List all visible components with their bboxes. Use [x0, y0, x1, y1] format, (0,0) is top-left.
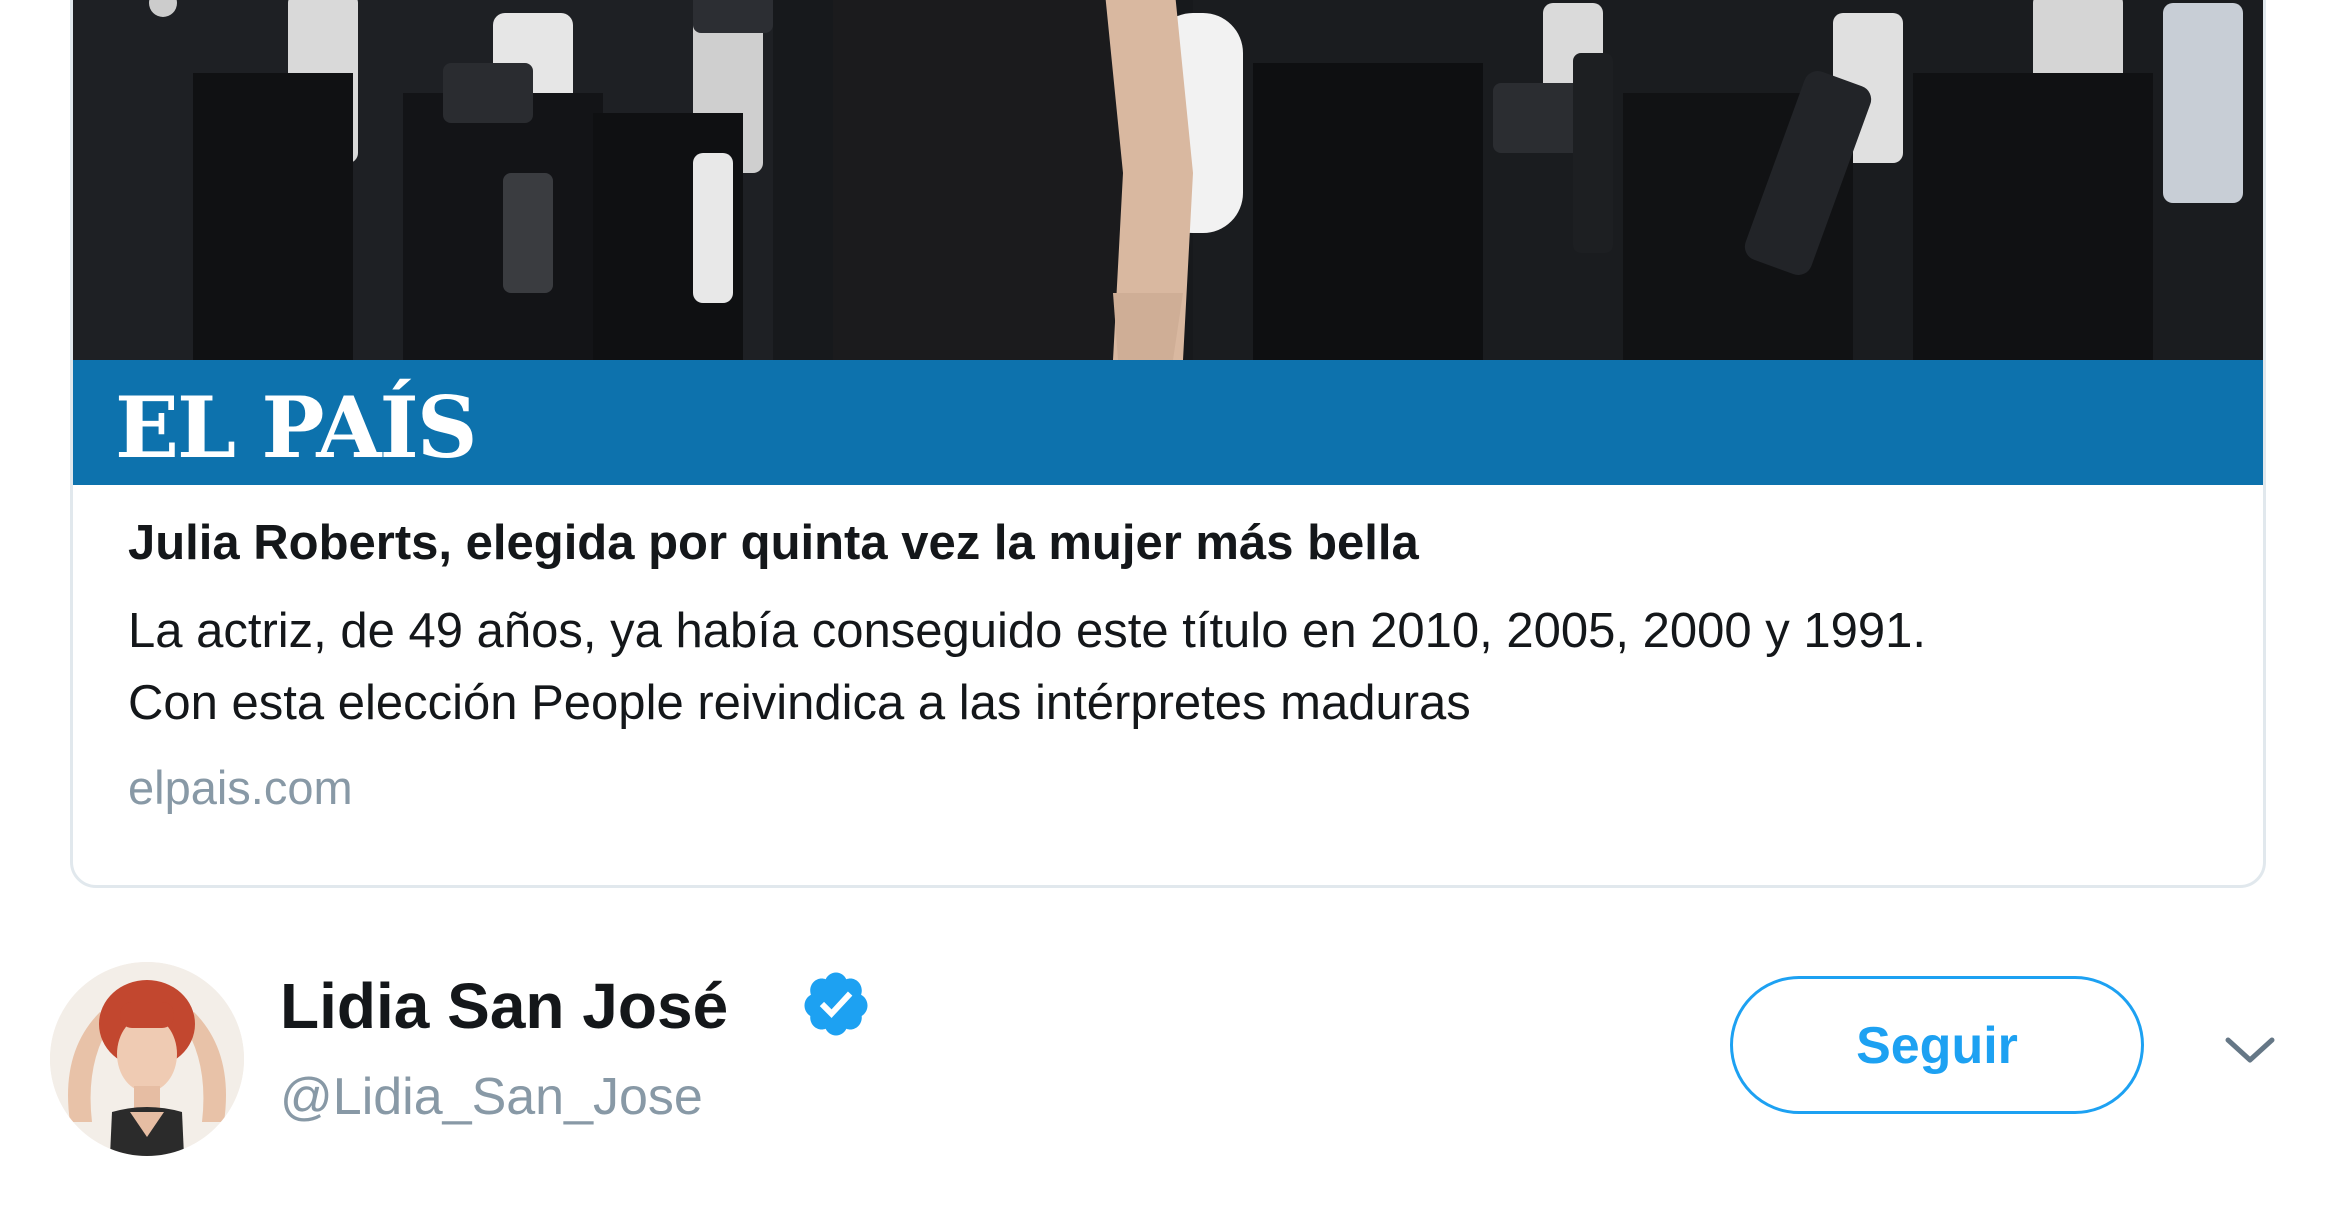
- article-description-line-1: La actriz, de 49 años, ya había consegui…: [128, 604, 1926, 658]
- photographers-photo: [73, 0, 2263, 360]
- avatar[interactable]: [50, 962, 244, 1156]
- avatar-photo: [50, 962, 244, 1156]
- verified-badge-icon: [804, 972, 868, 1036]
- el-pais-logo: EL PAÍS: [115, 378, 478, 477]
- publisher-brand-band: EL PAÍS: [73, 360, 2263, 485]
- user-handle[interactable]: @Lidia_San_Jose: [280, 1062, 703, 1132]
- link-preview-card[interactable]: EL PAÍS Julia Roberts, elegida por quint…: [70, 0, 2266, 888]
- article-description: La actriz, de 49 años, ya había consegui…: [128, 595, 2228, 739]
- tweet-embed-screenshot: EL PAÍS Julia Roberts, elegida por quint…: [0, 0, 2350, 1230]
- article-photo: [73, 0, 2263, 360]
- chevron-down-icon[interactable]: [2222, 1030, 2278, 1070]
- follow-button[interactable]: Seguir: [1730, 976, 2144, 1114]
- article-description-line-2: Con esta elección People reivindica a la…: [128, 676, 1471, 730]
- article-title[interactable]: Julia Roberts, elegida por quinta vez la…: [128, 513, 1419, 573]
- display-name[interactable]: Lidia San José: [280, 966, 728, 1046]
- article-domain[interactable]: elpais.com: [128, 758, 353, 818]
